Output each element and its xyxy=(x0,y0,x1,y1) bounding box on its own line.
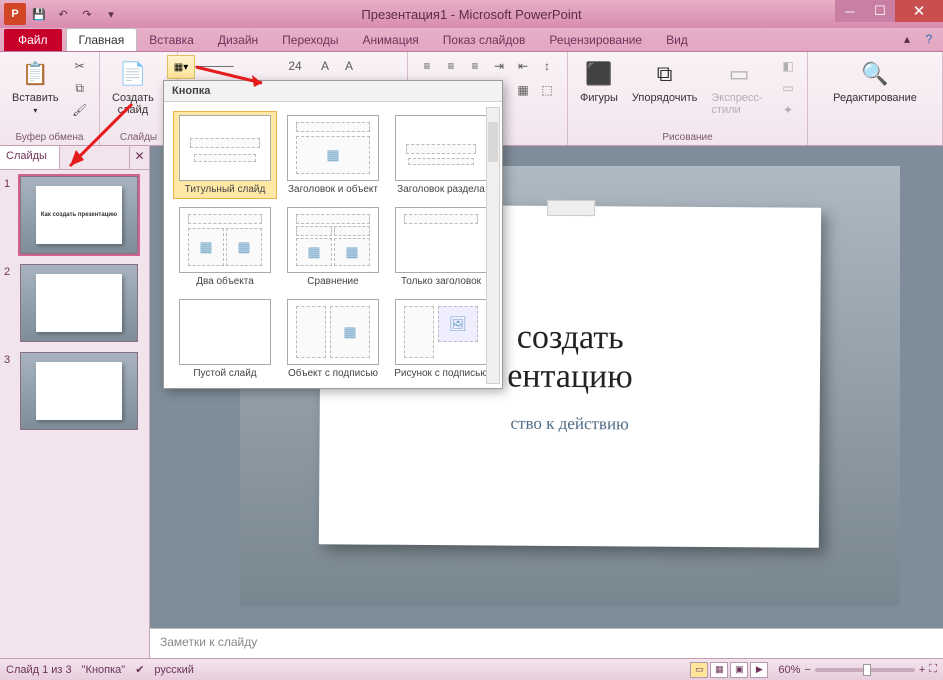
shapes-label: Фигуры xyxy=(580,92,618,104)
editing-button[interactable]: 🔍 Редактирование xyxy=(829,56,921,106)
paste-label: Вставить xyxy=(12,92,59,104)
cut-icon[interactable]: ✂ xyxy=(69,56,91,76)
tab-slideshow[interactable]: Показ слайдов xyxy=(431,29,538,51)
slide-number: 2 xyxy=(4,264,16,342)
save-icon[interactable]: 💾 xyxy=(28,3,50,25)
layout-picture-caption[interactable]: 🖼 Рисунок с подписью xyxy=(390,296,492,382)
zoom-in-icon[interactable]: + xyxy=(919,664,925,676)
qat-dropdown-icon[interactable]: ▾ xyxy=(100,3,122,25)
layout-title-slide[interactable]: Титульный слайд xyxy=(174,112,276,198)
clipboard-group-label: Буфер обмена xyxy=(8,130,91,143)
slide-thumbnail[interactable]: 3 xyxy=(4,352,145,430)
status-theme: "Кнопка" xyxy=(82,664,126,676)
slide-subtitle-text: ство к действию xyxy=(510,414,628,435)
layout-content-caption[interactable]: ▦ Объект с подписью xyxy=(282,296,384,382)
shape-fill-icon[interactable]: ◧ xyxy=(777,56,799,76)
arrange-icon: ⧉ xyxy=(649,58,681,90)
tab-transitions[interactable]: Переходы xyxy=(270,29,350,51)
view-reading-icon[interactable]: ▣ xyxy=(730,662,748,678)
spellcheck-icon[interactable]: ✔ xyxy=(135,663,144,676)
layout-title-only[interactable]: Только заголовок xyxy=(390,204,492,290)
layout-gallery-header: Кнопка xyxy=(164,81,502,102)
ribbon-tabs: Файл Главная Вставка Дизайн Переходы Ани… xyxy=(0,28,943,52)
layout-dropdown-button[interactable]: ▦▾ xyxy=(167,55,195,79)
shape-effects-icon[interactable]: ✦ xyxy=(777,100,799,120)
new-slide-label: Создать слайд xyxy=(112,92,154,116)
drawing-group-label: Рисование xyxy=(576,130,799,143)
slides-group-label: Слайды xyxy=(108,130,169,143)
layout-blank[interactable]: Пустой слайд xyxy=(174,296,276,382)
clipboard-icon: 📋 xyxy=(19,58,51,90)
tab-review[interactable]: Рецензирование xyxy=(537,29,654,51)
view-slideshow-icon[interactable]: ▶ xyxy=(750,662,768,678)
slide-number: 3 xyxy=(4,352,16,430)
slide-number: 1 xyxy=(4,176,16,254)
status-bar: Слайд 1 из 3 "Кнопка" ✔ русский ▭ ▦ ▣ ▶ … xyxy=(0,658,943,680)
slide-thumbnail[interactable]: 2 xyxy=(4,264,145,342)
window-title: Презентация1 - Microsoft PowerPoint xyxy=(0,7,943,22)
app-icon: P xyxy=(4,3,26,25)
slide-title-text: создать ентацию xyxy=(507,317,633,396)
format-painter-icon[interactable]: 🖌 xyxy=(69,100,91,120)
zoom-slider[interactable] xyxy=(815,668,915,672)
quick-styles-button[interactable]: ▭ Экспресс-стили xyxy=(707,56,771,118)
thumbnails-tab-slides[interactable]: Слайды xyxy=(0,146,60,169)
redo-icon[interactable]: ↷ xyxy=(76,3,98,25)
slide-thumbnail-panel: Слайды ✕ 1 Как создать презентацию 2 3 xyxy=(0,146,150,658)
tab-view[interactable]: Вид xyxy=(654,29,700,51)
zoom-level[interactable]: 60% xyxy=(778,664,800,676)
thumbnails-close-icon[interactable]: ✕ xyxy=(129,146,149,169)
layout-section-header[interactable]: Заголовок раздела xyxy=(390,112,492,198)
quick-styles-label: Экспресс-стили xyxy=(711,92,767,116)
view-normal-icon[interactable]: ▭ xyxy=(690,662,708,678)
gallery-scrollbar[interactable] xyxy=(486,107,500,384)
fit-to-window-icon[interactable]: ⛶ xyxy=(929,663,937,676)
minimize-button[interactable]: ─ xyxy=(835,0,865,22)
notes-placeholder: Заметки к слайду xyxy=(160,635,257,649)
ribbon-minimize-icon[interactable]: ▴ xyxy=(899,31,915,47)
title-bar: P 💾 ↶ ↷ ▾ Презентация1 - Microsoft Power… xyxy=(0,0,943,28)
thumbnails-tab-outline[interactable] xyxy=(60,146,129,169)
copy-icon[interactable]: ⧉ xyxy=(69,78,91,98)
new-slide-icon: 📄 xyxy=(117,58,149,90)
editing-label: Редактирование xyxy=(833,92,917,104)
arrange-label: Упорядочить xyxy=(632,92,697,104)
new-slide-button[interactable]: 📄 Создать слайд xyxy=(108,56,158,118)
view-sorter-icon[interactable]: ▦ xyxy=(710,662,728,678)
paste-button[interactable]: 📋 Вставить ▾ xyxy=(8,56,63,117)
status-language[interactable]: русский xyxy=(154,664,193,676)
quick-styles-icon: ▭ xyxy=(723,58,755,90)
tab-design[interactable]: Дизайн xyxy=(206,29,270,51)
shape-outline-icon[interactable]: ▭ xyxy=(777,78,799,98)
zoom-out-icon[interactable]: − xyxy=(804,664,810,676)
maximize-button[interactable]: ☐ xyxy=(865,0,895,22)
slide-layout-gallery: Кнопка Титульный слайд ▦ Заголовок и объ… xyxy=(163,80,503,389)
layout-comparison[interactable]: ▦▦ Сравнение xyxy=(282,204,384,290)
arrange-button[interactable]: ⧉ Упорядочить xyxy=(628,56,701,106)
tab-home[interactable]: Главная xyxy=(66,28,138,51)
thumb-title: Как создать презентацию xyxy=(41,212,117,218)
dropdown-icon: ▾ xyxy=(33,106,37,115)
layout-title-content[interactable]: ▦ Заголовок и объект xyxy=(282,112,384,198)
shapes-icon: ⬛ xyxy=(583,58,615,90)
tab-animation[interactable]: Анимация xyxy=(350,29,430,51)
notes-pane[interactable]: Заметки к слайду xyxy=(150,628,943,658)
status-slide-info: Слайд 1 из 3 xyxy=(6,664,72,676)
layout-two-content[interactable]: ▦▦ Два объекта xyxy=(174,204,276,290)
close-button[interactable]: ✕ xyxy=(895,0,943,22)
find-icon: 🔍 xyxy=(859,58,891,90)
slide-thumbnail[interactable]: 1 Как создать презентацию xyxy=(4,176,145,254)
tab-file[interactable]: Файл xyxy=(4,29,62,51)
undo-icon[interactable]: ↶ xyxy=(52,3,74,25)
shapes-button[interactable]: ⬛ Фигуры xyxy=(576,56,622,106)
help-icon[interactable]: ? xyxy=(921,31,937,47)
tab-insert[interactable]: Вставка xyxy=(137,29,206,51)
